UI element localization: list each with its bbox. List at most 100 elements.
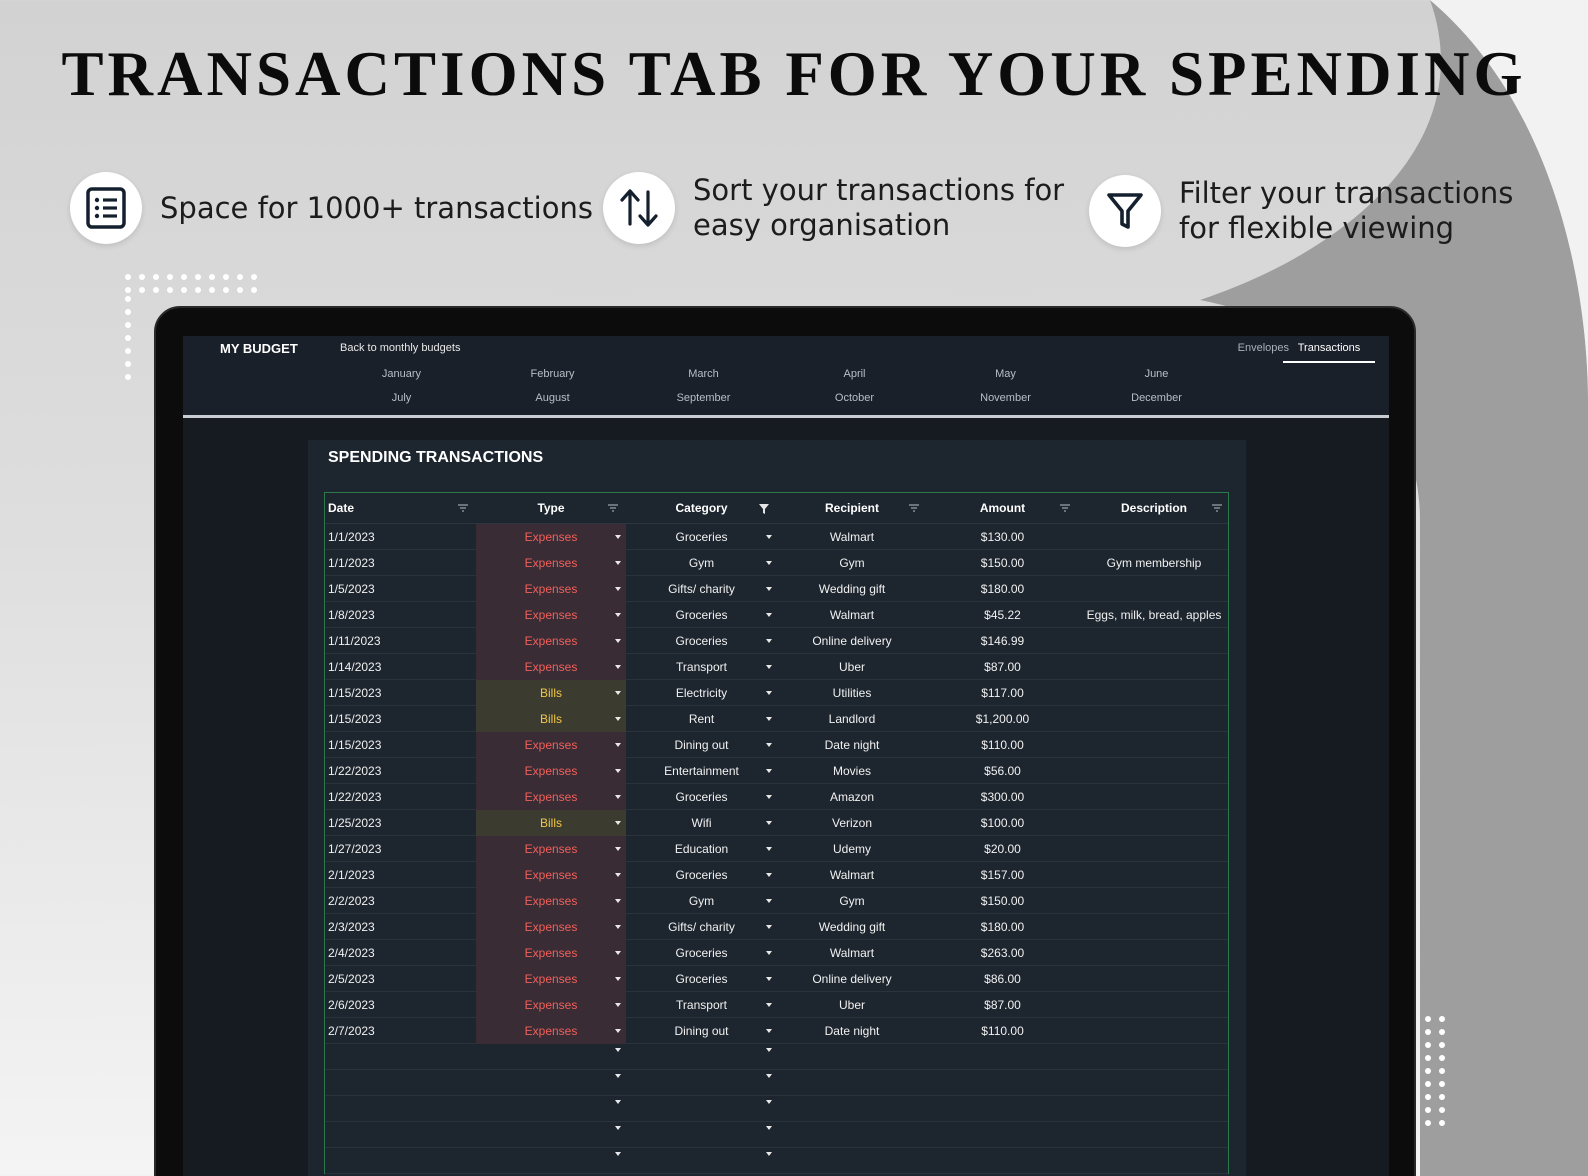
dropdown-caret-icon[interactable]	[766, 951, 772, 955]
cell-type[interactable]: Expenses	[476, 654, 626, 680]
dropdown-caret-icon[interactable]	[766, 821, 772, 825]
dropdown-caret-icon[interactable]	[615, 925, 621, 929]
month-link-june[interactable]: June	[1081, 368, 1232, 380]
dropdown-caret-icon[interactable]	[766, 1003, 772, 1007]
cell-type[interactable]: Bills	[476, 680, 626, 706]
cell-category[interactable]	[626, 1070, 777, 1095]
dropdown-caret-icon[interactable]	[615, 899, 621, 903]
dropdown-caret-icon[interactable]	[766, 639, 772, 643]
dropdown-caret-icon[interactable]	[615, 561, 621, 565]
dropdown-caret-icon[interactable]	[615, 535, 621, 539]
dropdown-caret-icon[interactable]	[766, 613, 772, 617]
dropdown-caret-icon[interactable]	[615, 977, 621, 981]
dropdown-caret-icon[interactable]	[615, 1074, 621, 1078]
dropdown-caret-icon[interactable]	[766, 795, 772, 799]
cell-category[interactable]: Groceries	[626, 784, 777, 810]
header-date[interactable]: Date	[325, 493, 476, 524]
dropdown-caret-icon[interactable]	[766, 873, 772, 877]
filter-icon[interactable]	[909, 504, 919, 512]
cell-type[interactable]: Expenses	[476, 914, 626, 940]
dropdown-caret-icon[interactable]	[615, 1003, 621, 1007]
cell-category[interactable]: Gifts/ charity	[626, 914, 777, 940]
cell-type[interactable]	[476, 1122, 626, 1147]
dropdown-caret-icon[interactable]	[615, 587, 621, 591]
cell-category[interactable]: Rent	[626, 706, 777, 732]
dropdown-caret-icon[interactable]	[615, 1152, 621, 1156]
cell-type[interactable]: Expenses	[476, 784, 626, 810]
dropdown-caret-icon[interactable]	[766, 561, 772, 565]
cell-type[interactable]: Expenses	[476, 524, 626, 550]
dropdown-caret-icon[interactable]	[766, 1100, 772, 1104]
cell-type[interactable]: Expenses	[476, 836, 626, 862]
header-recipient[interactable]: Recipient	[777, 493, 927, 524]
filter-active-icon[interactable]	[759, 504, 769, 514]
cell-type[interactable]: Expenses	[476, 550, 626, 576]
dropdown-caret-icon[interactable]	[615, 613, 621, 617]
dropdown-caret-icon[interactable]	[766, 1074, 772, 1078]
cell-type[interactable]: Expenses	[476, 940, 626, 966]
dropdown-caret-icon[interactable]	[766, 1029, 772, 1033]
cell-category[interactable]: Groceries	[626, 628, 777, 654]
dropdown-caret-icon[interactable]	[766, 1152, 772, 1156]
dropdown-caret-icon[interactable]	[766, 977, 772, 981]
cell-type[interactable]: Bills	[476, 810, 626, 836]
cell-category[interactable]: Dining out	[626, 1018, 777, 1044]
month-link-january[interactable]: January	[326, 368, 477, 380]
header-category[interactable]: Category	[626, 493, 777, 524]
cell-category[interactable]: Groceries	[626, 940, 777, 966]
cell-category[interactable]	[626, 1148, 777, 1173]
dropdown-caret-icon[interactable]	[766, 847, 772, 851]
cell-category[interactable]: Gifts/ charity	[626, 576, 777, 602]
cell-category[interactable]	[626, 1044, 777, 1069]
dropdown-caret-icon[interactable]	[615, 743, 621, 747]
month-link-august[interactable]: August	[477, 392, 628, 404]
cell-category[interactable]: Groceries	[626, 524, 777, 550]
cell-category[interactable]	[626, 1122, 777, 1147]
month-link-october[interactable]: October	[779, 392, 930, 404]
dropdown-caret-icon[interactable]	[615, 769, 621, 773]
month-link-july[interactable]: July	[326, 392, 477, 404]
filter-icon[interactable]	[458, 504, 468, 512]
cell-category[interactable]: Gym	[626, 888, 777, 914]
dropdown-caret-icon[interactable]	[615, 951, 621, 955]
month-link-march[interactable]: March	[628, 368, 779, 380]
cell-category[interactable]: Groceries	[626, 602, 777, 628]
tab-envelopes[interactable]: Envelopes	[1238, 342, 1289, 354]
tab-transactions[interactable]: Transactions	[1283, 342, 1375, 363]
cell-type[interactable]: Expenses	[476, 888, 626, 914]
cell-type[interactable]	[476, 1044, 626, 1069]
dropdown-caret-icon[interactable]	[766, 1126, 772, 1130]
cell-category[interactable]	[626, 1096, 777, 1121]
cell-category[interactable]: Groceries	[626, 862, 777, 888]
cell-type[interactable]: Expenses	[476, 732, 626, 758]
cell-type[interactable]	[476, 1070, 626, 1095]
cell-type[interactable]: Expenses	[476, 862, 626, 888]
filter-icon[interactable]	[608, 504, 618, 512]
month-link-november[interactable]: November	[930, 392, 1081, 404]
dropdown-caret-icon[interactable]	[766, 769, 772, 773]
cell-type[interactable]: Bills	[476, 706, 626, 732]
dropdown-caret-icon[interactable]	[766, 925, 772, 929]
cell-type[interactable]	[476, 1148, 626, 1173]
dropdown-caret-icon[interactable]	[766, 535, 772, 539]
cell-category[interactable]: Groceries	[626, 966, 777, 992]
dropdown-caret-icon[interactable]	[615, 847, 621, 851]
month-link-may[interactable]: May	[930, 368, 1081, 380]
dropdown-caret-icon[interactable]	[615, 795, 621, 799]
month-link-february[interactable]: February	[477, 368, 628, 380]
dropdown-caret-icon[interactable]	[766, 717, 772, 721]
cell-category[interactable]: Entertainment	[626, 758, 777, 784]
back-to-monthly-budgets-link[interactable]: Back to monthly budgets	[340, 342, 460, 354]
dropdown-caret-icon[interactable]	[615, 1029, 621, 1033]
dropdown-caret-icon[interactable]	[615, 873, 621, 877]
dropdown-caret-icon[interactable]	[615, 691, 621, 695]
dropdown-caret-icon[interactable]	[615, 1126, 621, 1130]
dropdown-caret-icon[interactable]	[766, 691, 772, 695]
header-amount[interactable]: Amount	[927, 493, 1078, 524]
cell-category[interactable]: Education	[626, 836, 777, 862]
dropdown-caret-icon[interactable]	[615, 717, 621, 721]
month-link-september[interactable]: September	[628, 392, 779, 404]
cell-type[interactable]: Expenses	[476, 758, 626, 784]
cell-type[interactable]: Expenses	[476, 628, 626, 654]
cell-category[interactable]: Transport	[626, 992, 777, 1018]
